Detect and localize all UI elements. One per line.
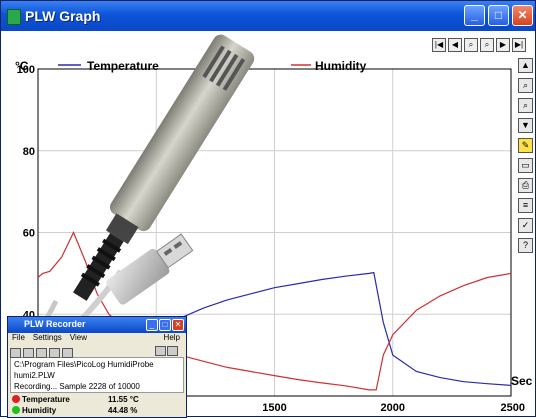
reading-label: Temperature	[22, 395, 70, 404]
graph-icon[interactable]	[155, 346, 166, 356]
humidity-dot-icon	[12, 406, 20, 414]
menu-help[interactable]: Help	[164, 333, 180, 342]
file-path: C:\Program Files\PicoLog HumidiProbe	[14, 360, 154, 369]
temperature-dot-icon	[12, 395, 20, 403]
recorder-maximize-button[interactable]: □	[159, 319, 171, 331]
plw-recorder-window: PLW Recorder _ □ ✕ File Settings View He…	[7, 316, 187, 418]
recorder-title-bar[interactable]: PLW Recorder _ □ ✕	[8, 317, 186, 333]
reading-value: 11.55 °C	[108, 395, 139, 404]
recording-status: Recording... Sample 2228 of 10000	[14, 382, 140, 391]
recorder-status-panel: C:\Program Files\PicoLog HumidiProbe hum…	[10, 357, 184, 393]
menu-settings[interactable]: Settings	[33, 333, 62, 345]
save-icon[interactable]	[36, 348, 47, 358]
reading-label: Humidity	[22, 406, 57, 415]
record-icon[interactable]	[49, 348, 60, 358]
new-icon[interactable]	[10, 348, 21, 358]
reading-row-humidity: Humidity 44.48 %	[12, 406, 186, 417]
table-icon[interactable]	[167, 346, 178, 356]
plw-graph-window: PLW Graph _ □ ✕ |◀ ◀ ⌕ ⌕ ▶ ▶| ▲ ⌕ ⌕ ▼ ✎ …	[0, 0, 536, 418]
recorder-minimize-button[interactable]: _	[146, 319, 158, 331]
recorder-title: PLW Recorder	[24, 319, 86, 329]
stop-icon[interactable]	[62, 348, 73, 358]
recorder-menu-bar: File Settings View Help	[8, 333, 186, 345]
file-name: humi2.PLW	[14, 371, 55, 380]
recorder-close-button[interactable]: ✕	[172, 319, 184, 331]
reading-value: 44.48 %	[108, 406, 138, 415]
recorder-toolbar	[8, 345, 186, 358]
menu-view[interactable]: View	[70, 333, 87, 345]
reading-row-temperature: Temperature 11.55 °C	[12, 395, 186, 406]
menu-file[interactable]: File	[12, 333, 25, 345]
open-icon[interactable]	[23, 348, 34, 358]
